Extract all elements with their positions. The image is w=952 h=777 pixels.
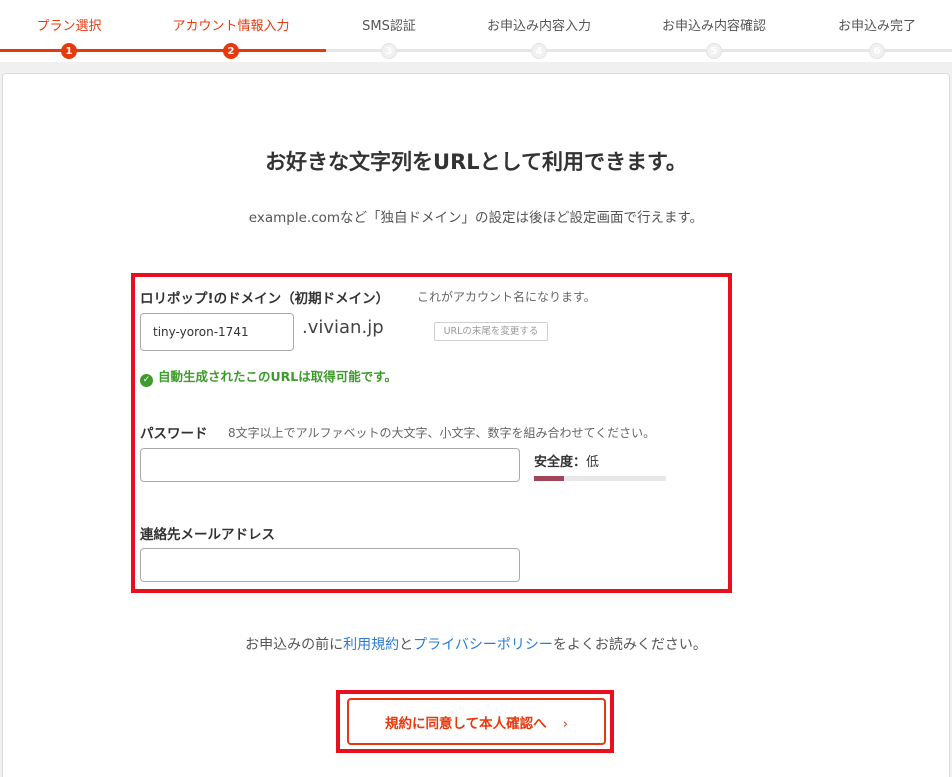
step-5-label: お申込み内容確認 xyxy=(661,19,767,34)
step-1-marker: 1 xyxy=(61,43,77,59)
agreement-suffix: をよくお読みください。 xyxy=(552,637,707,653)
page-headline: お好きな文字列をURLとして利用できます。 xyxy=(265,150,687,174)
step-3-label: SMS認証 xyxy=(362,19,416,34)
progress-track-fill xyxy=(0,49,326,52)
password-strength-prefix: 安全度： xyxy=(534,455,587,470)
privacy-policy-link[interactable]: プライバシーポリシー xyxy=(413,637,553,653)
agree-and-verify-label: 規約に同意して本人確認へ xyxy=(384,715,547,732)
agreement-prefix: お申込みの前に xyxy=(245,637,344,653)
domain-available-text: 自動生成されたこのURLは取得可能です。 xyxy=(158,369,397,384)
password-input[interactable] xyxy=(140,448,520,482)
domain-note: これがアカウント名になります。 xyxy=(417,290,596,304)
step-4-label: お申込み内容入力 xyxy=(486,19,592,34)
email-label: 連絡先メールアドレス xyxy=(140,527,275,543)
step-5-marker: 5 xyxy=(706,43,722,59)
step-2-label: アカウント情報入力 xyxy=(172,19,290,34)
password-note: 8文字以上でアルファベットの大文字、小文字、数字を組み合わせてください。 xyxy=(228,426,656,440)
progress-stepper: プラン選択 アカウント情報入力 SMS認証 お申込み内容入力 お申込み内容確認 … xyxy=(0,0,952,62)
domain-input[interactable] xyxy=(140,313,294,351)
email-input[interactable] xyxy=(140,548,520,582)
password-strength-level: 低 xyxy=(586,455,600,470)
check-circle-icon: ✓ xyxy=(140,374,153,387)
password-strength-fill xyxy=(534,476,565,481)
step-6-label: お申込み完了 xyxy=(837,19,917,34)
step-3-marker: 3 xyxy=(381,43,397,59)
chevron-right-icon: › xyxy=(562,715,568,732)
password-strength-meter xyxy=(534,476,666,481)
password-label: パスワード xyxy=(140,426,208,442)
domain-label: ロリポップ!のドメイン（初期ドメイン） xyxy=(140,291,390,307)
agreement-text: お申込みの前に利用規約とプライバシーポリシーをよくお読みください。 xyxy=(0,634,952,654)
step-1-label: プラン選択 xyxy=(36,19,102,34)
domain-available-status: ✓ 自動生成されたこのURLは取得可能です。 xyxy=(140,366,397,387)
agree-and-verify-button[interactable]: 規約に同意して本人確認へ › xyxy=(347,698,606,745)
step-4-marker: 4 xyxy=(531,43,547,59)
step-6-marker: 6 xyxy=(869,43,885,59)
agreement-and: と xyxy=(399,637,414,653)
terms-link[interactable]: 利用規約 xyxy=(343,637,399,653)
password-strength-label: 安全度：低 xyxy=(534,451,599,470)
change-url-suffix-button[interactable]: URLの末尾を変更する xyxy=(434,322,548,341)
page-subline: example.comなど「独自ドメイン」の設定は後ほど設定画面で行えます。 xyxy=(248,210,704,226)
step-2-marker: 2 xyxy=(223,43,239,59)
domain-suffix: .vivian.jp xyxy=(302,317,384,338)
